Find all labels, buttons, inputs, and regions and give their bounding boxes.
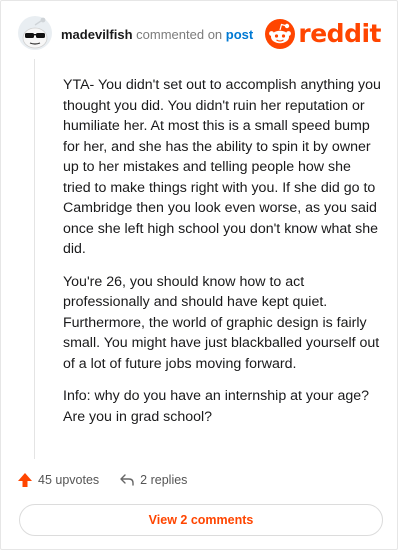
comment-meta: madevilfish commented on post bbox=[61, 27, 253, 43]
reddit-logo[interactable]: reddit bbox=[265, 19, 381, 49]
upvote-arrow-icon bbox=[18, 473, 32, 487]
thread-line[interactable] bbox=[34, 59, 35, 459]
replies-button[interactable]: 2 replies bbox=[119, 472, 187, 488]
reply-arrow-icon bbox=[120, 474, 134, 486]
post-link[interactable]: post bbox=[226, 27, 253, 42]
comment-paragraph: You're 26, you should know how to act pr… bbox=[63, 273, 380, 372]
replies-count: 2 replies bbox=[140, 473, 188, 487]
username-link[interactable]: madevilfish bbox=[61, 27, 133, 42]
comment-header: madevilfish commented on post reddit bbox=[17, 15, 381, 55]
reddit-wordmark: reddit bbox=[298, 19, 381, 48]
comment-paragraph: YTA- You didn't set out to accomplish an… bbox=[63, 77, 381, 257]
reddit-snoo-icon bbox=[265, 19, 296, 49]
upvote-count: 45 upvotes bbox=[38, 473, 100, 487]
commented-on-text: commented on bbox=[136, 27, 223, 42]
comment-card: madevilfish commented on post reddit YTA… bbox=[0, 0, 398, 550]
upvote-button[interactable]: 45 upvotes bbox=[17, 472, 99, 488]
view-comments-button[interactable]: View 2 comments bbox=[19, 504, 383, 536]
comment-body: YTA- You didn't set out to accomplish an… bbox=[63, 75, 381, 439]
comment-actions: 45 upvotes 2 replies bbox=[17, 469, 187, 491]
comment-paragraph: Info: why do you have an internship at y… bbox=[63, 388, 370, 425]
avatar-icon[interactable] bbox=[17, 15, 53, 51]
